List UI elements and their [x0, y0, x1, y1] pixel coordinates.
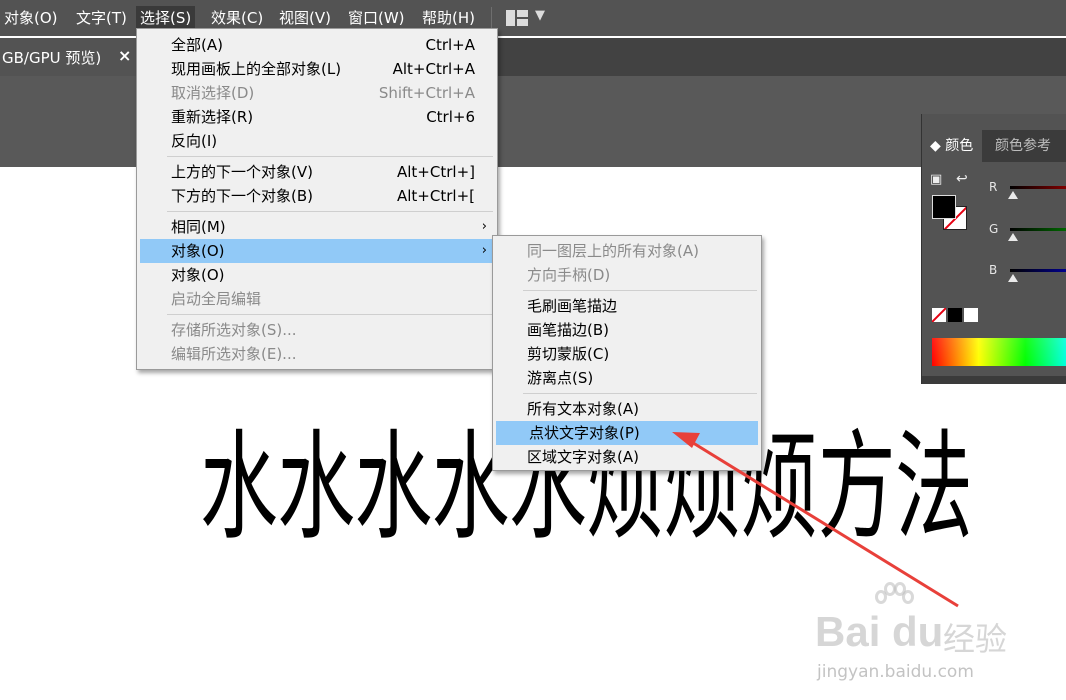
menu-item-next-below[interactable]: 下方的下一个对象(B) Alt+Ctrl+[ — [137, 184, 497, 208]
none-swatch[interactable] — [932, 308, 946, 322]
menu-window[interactable]: 窗口(W) — [344, 6, 409, 30]
menu-view[interactable]: 视图(V) — [275, 6, 335, 30]
watermark-logo: Bai du — [815, 608, 944, 655]
submenu-item-area-text[interactable]: 区域文字对象(A) — [493, 445, 761, 469]
channel-r-thumb[interactable] — [1008, 191, 1018, 199]
menu-separator — [523, 290, 757, 291]
channel-g-label: G — [989, 222, 999, 236]
channel-b-label: B — [989, 263, 998, 277]
color-panel: ◆ 颜色 颜色参考 ▣ ↩ R G B — [921, 114, 1066, 384]
menu-item-global-edit[interactable]: 启动全局编辑 — [137, 287, 497, 311]
submenu-item-clipping-mask[interactable]: 剪切蒙版(C) — [493, 342, 761, 366]
swap-colors-icon[interactable]: ↩ — [956, 171, 968, 187]
menu-separator — [167, 314, 493, 315]
menu-separator — [523, 393, 757, 394]
menu-separator — [167, 156, 493, 157]
menu-item-deselect[interactable]: 取消选择(D) Shift+Ctrl+A — [137, 81, 497, 105]
channel-g-slider[interactable] — [1010, 228, 1066, 231]
submenu-item-same-layer[interactable]: 同一图层上的所有对象(A) — [493, 239, 761, 263]
channel-b-slider[interactable] — [1010, 269, 1066, 272]
menu-item-same[interactable]: 相同(M) › — [137, 215, 497, 239]
menu-type[interactable]: 文字(T) — [72, 6, 131, 30]
grid-layout-icon[interactable] — [506, 10, 528, 26]
panel-bottom-bar — [922, 376, 1066, 384]
chevron-right-icon: › — [481, 219, 487, 234]
color-panel-tabs: ◆ 颜色 颜色参考 — [922, 130, 1066, 162]
channel-b-thumb[interactable] — [1008, 274, 1018, 282]
menu-effect[interactable]: 效果(C) — [207, 6, 267, 30]
tab-color-guide[interactable]: 颜色参考 — [995, 130, 1051, 162]
submenu-item-direction-handles[interactable]: 方向手柄(D) — [493, 263, 761, 287]
default-colors-icon[interactable]: ▣ — [930, 172, 942, 187]
menu-item-all-on-artboard[interactable]: 现用画板上的全部对象(L) Alt+Ctrl+A — [137, 57, 497, 81]
channel-g-thumb[interactable] — [1008, 233, 1018, 241]
object-submenu: 同一图层上的所有对象(A) 方向手柄(D) 毛刷画笔描边 画笔描边(B) 剪切蒙… — [492, 235, 762, 471]
menu-item-all[interactable]: 全部(A) Ctrl+A — [137, 33, 497, 57]
submenu-item-all-text[interactable]: 所有文本对象(A) — [493, 397, 761, 421]
black-swatch[interactable] — [948, 308, 962, 322]
submenu-item-brush-strokes[interactable]: 画笔描边(B) — [493, 318, 761, 342]
submenu-item-point-text[interactable]: 点状文字对象(P) — [496, 421, 758, 445]
tab-color[interactable]: ◆ 颜色 — [922, 130, 982, 162]
white-swatch[interactable] — [964, 308, 978, 322]
menu-item-object-submenu[interactable]: 对象(O) › — [140, 239, 494, 263]
menu-item-edit-selection[interactable]: 编辑所选对象(E)... — [137, 342, 497, 366]
menu-help[interactable]: 帮助(H) — [418, 6, 479, 30]
baidu-watermark: Bai du 经验 jingyan.baidu.com — [815, 580, 1025, 690]
watermark-url: jingyan.baidu.com — [817, 662, 974, 682]
select-menu: 全部(A) Ctrl+A 现用画板上的全部对象(L) Alt+Ctrl+A 取消选择… — [136, 28, 498, 370]
chevron-right-icon: › — [481, 243, 487, 258]
menu-item-next-above[interactable]: 上方的下一个对象(V) Alt+Ctrl+] — [137, 160, 497, 184]
menu-item-inverse[interactable]: 反向(I) — [137, 129, 497, 153]
document-tab-label: GB/GPU 预览) — [2, 49, 102, 67]
chevron-down-icon[interactable]: ▼ — [535, 8, 545, 23]
channel-r-label: R — [989, 180, 998, 194]
watermark-cn: 经验 — [943, 620, 1008, 658]
menu-divider — [491, 7, 492, 29]
submenu-item-bristle-brush[interactable]: 毛刷画笔描边 — [493, 294, 761, 318]
tab-color-label: 颜色 — [945, 138, 974, 154]
color-spectrum[interactable] — [932, 338, 1066, 366]
channel-r-slider[interactable] — [1010, 186, 1066, 189]
menu-item-object[interactable]: 对象(O) — [137, 263, 497, 287]
submenu-item-stray-points[interactable]: 游离点(S) — [493, 366, 761, 390]
menu-item-save-selection[interactable]: 存储所选对象(S)... — [137, 318, 497, 342]
close-icon[interactable]: × — [118, 46, 131, 65]
menu-separator — [167, 211, 493, 212]
fill-swatch[interactable] — [932, 195, 956, 219]
menu-select[interactable]: 选择(S) — [136, 6, 196, 30]
menu-item-reselect[interactable]: 重新选择(R) Ctrl+6 — [137, 105, 497, 129]
document-tab[interactable]: GB/GPU 预览) × — [0, 38, 138, 76]
menu-object[interactable]: 对象(O) — [0, 6, 62, 30]
